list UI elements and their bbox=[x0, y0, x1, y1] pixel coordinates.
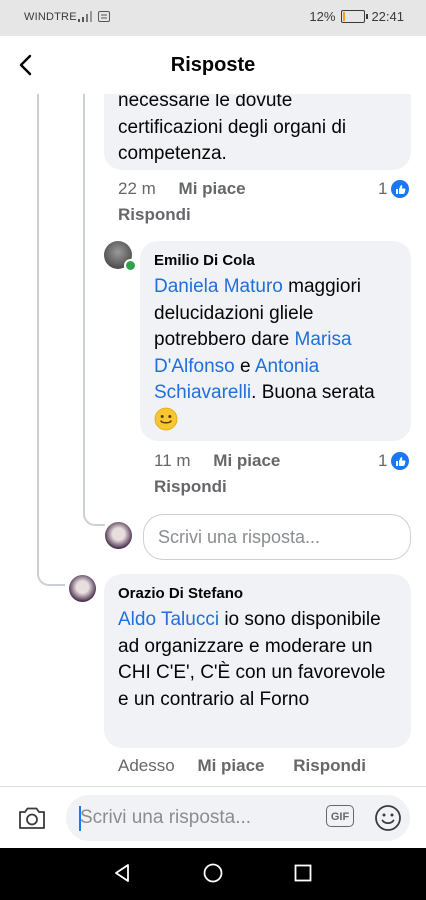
carrier-label: WINDTRE bbox=[24, 11, 77, 23]
nav-back-button[interactable] bbox=[111, 862, 133, 889]
comment-bubble[interactable]: Orazio Di Stefano Aldo Talucci io sono d… bbox=[104, 574, 411, 748]
comment-bubble[interactable]: necessarie le dovute certificazioni degl… bbox=[104, 94, 411, 170]
thumbs-up-icon bbox=[391, 452, 410, 470]
comment-time: 22 m bbox=[118, 179, 156, 198]
reply-button[interactable]: Rispondi bbox=[293, 756, 366, 775]
comment-text-part: e bbox=[234, 355, 255, 377]
replies-thread[interactable]: necessarie le dovute certificazioni degl… bbox=[0, 94, 426, 786]
like-count[interactable]: 1 bbox=[378, 451, 410, 471]
comment-text: Daniela Maturo maggiori delucidazioni gl… bbox=[154, 274, 397, 435]
comment-author[interactable]: Orazio Di Stefano bbox=[118, 584, 397, 604]
comment-time: Adesso bbox=[118, 756, 175, 775]
like-button[interactable]: Mi piace bbox=[197, 756, 264, 775]
battery-fill bbox=[343, 12, 346, 21]
comment-time: 11 m bbox=[154, 451, 191, 470]
reply-button[interactable]: Rispondi bbox=[154, 477, 227, 497]
composer-placeholder: Scrivi una risposta... bbox=[80, 807, 252, 828]
clock: 22:41 bbox=[371, 9, 404, 24]
user-avatar bbox=[105, 522, 132, 549]
like-button[interactable]: Mi piace bbox=[179, 179, 246, 198]
status-bar: WINDTRE 12% 22:41 bbox=[0, 0, 426, 36]
nav-recents-button[interactable] bbox=[292, 862, 314, 889]
comment-actions: 11 m Mi piace bbox=[154, 451, 298, 471]
reply-input[interactable]: Scrivi una risposta... bbox=[143, 514, 411, 560]
battery-percent: 12% bbox=[309, 9, 336, 24]
header: Risposte bbox=[0, 36, 426, 95]
thread-line-inner-curve bbox=[83, 504, 105, 526]
gif-button[interactable]: GIF bbox=[326, 805, 354, 827]
page-title: Risposte bbox=[170, 54, 256, 76]
emoji-button[interactable] bbox=[374, 804, 402, 837]
reply-composer: Scrivi una risposta... GIF bbox=[0, 786, 426, 849]
comment-bubble[interactable]: Emilio Di Cola Daniela Maturo maggiori d… bbox=[140, 241, 411, 441]
thread-line-outer-curve bbox=[37, 564, 65, 586]
reply-button[interactable]: Rispondi bbox=[118, 205, 191, 225]
comment-text: Aldo Talucci io sono disponibile ad orga… bbox=[118, 607, 397, 713]
comment-line: certificazioni degli organi di bbox=[118, 116, 347, 138]
nav-home-button[interactable] bbox=[202, 862, 224, 889]
square-recents-icon bbox=[294, 864, 312, 882]
comment-text-part: . Buona serata bbox=[251, 382, 375, 403]
camera-icon bbox=[19, 807, 45, 829]
mention-link[interactable]: Aldo Talucci bbox=[118, 609, 219, 630]
like-button[interactable]: Mi piace bbox=[213, 451, 280, 470]
thumbs-up-icon bbox=[391, 180, 410, 198]
signal-icon bbox=[78, 11, 94, 25]
notification-icon bbox=[98, 11, 110, 25]
comment-author[interactable]: Emilio Di Cola bbox=[154, 251, 397, 271]
like-count-number: 1 bbox=[378, 451, 388, 470]
comment-actions: Adesso Mi piace Rispondi bbox=[118, 756, 384, 776]
system-navigation-bar bbox=[0, 848, 426, 900]
like-count-number: 1 bbox=[378, 179, 388, 198]
like-count[interactable]: 1 bbox=[378, 179, 410, 199]
triangle-back-icon bbox=[115, 864, 129, 882]
camera-button[interactable] bbox=[17, 804, 47, 837]
slightly-smiling-face-icon bbox=[154, 407, 178, 430]
avatar[interactable] bbox=[69, 575, 96, 602]
thread-line-outer bbox=[37, 94, 39, 576]
comment-line: competenza. bbox=[118, 143, 227, 164]
online-status-dot bbox=[124, 259, 137, 272]
thread-line-inner bbox=[83, 94, 85, 516]
comment-line: necessarie le dovute bbox=[118, 94, 293, 111]
composer-input[interactable]: Scrivi una risposta... GIF bbox=[66, 795, 410, 841]
circle-home-icon bbox=[203, 863, 223, 883]
mention-link[interactable]: Daniela Maturo bbox=[154, 276, 283, 297]
comment-actions: 22 m Mi piace bbox=[118, 179, 264, 199]
smiley-icon bbox=[375, 805, 401, 831]
battery-icon bbox=[341, 10, 369, 23]
